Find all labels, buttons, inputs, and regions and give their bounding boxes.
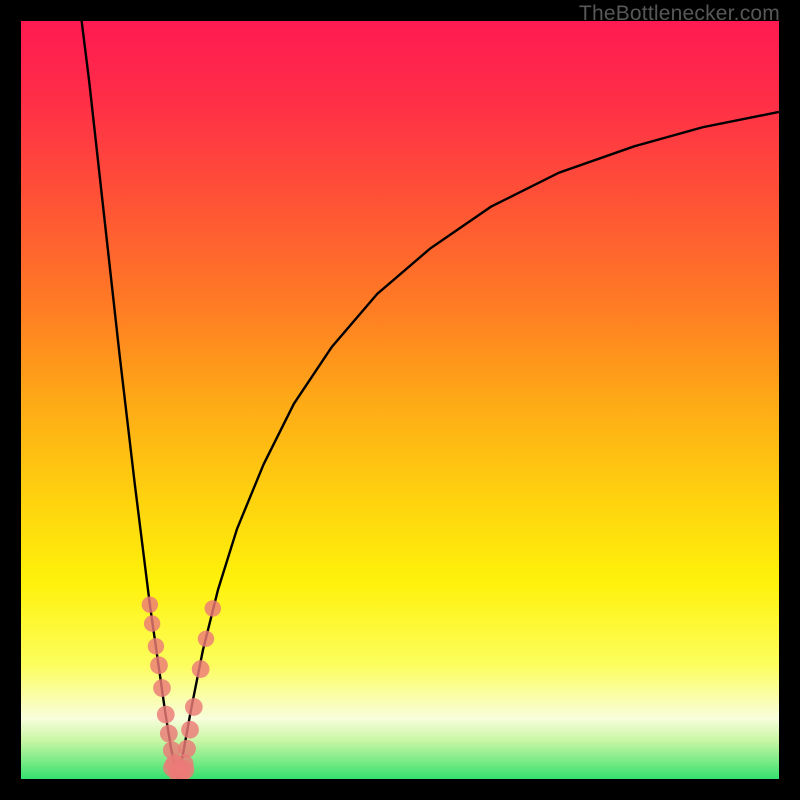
watermark-text: TheBottlenecker.com [579, 2, 780, 26]
chart-container: TheBottlenecker.com [0, 0, 800, 800]
plot-background-gradient [21, 21, 779, 779]
